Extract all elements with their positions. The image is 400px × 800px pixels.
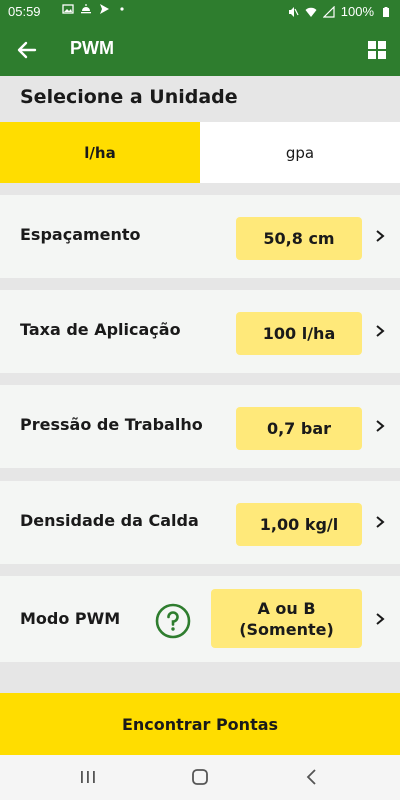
setting-spray-density[interactable]: Densidade da Calda 1,00 kg/l <box>0 481 400 564</box>
system-nav-bar <box>0 755 400 800</box>
battery-icon <box>383 6 389 17</box>
tab-lha[interactable]: l/ha <box>0 122 200 183</box>
unit-heading: Selecione a Unidade <box>20 86 238 108</box>
hidden-row-peek <box>0 680 400 694</box>
app-bar: PWM <box>0 24 400 76</box>
setting-label: Densidade da Calda <box>20 511 199 530</box>
pwm-mode-value: A ou B (Somente) <box>211 589 362 648</box>
setting-value: 100 l/ha <box>236 312 362 355</box>
setting-value: 0,7 bar <box>236 407 362 450</box>
arrow-left-icon[interactable] <box>14 37 40 63</box>
home-icon[interactable] <box>190 767 210 787</box>
send-icon <box>100 4 109 14</box>
setting-label: Modo PWM <box>20 609 121 628</box>
find-nozzles-button[interactable]: Encontrar Pontas <box>0 693 400 755</box>
setting-value: 1,00 kg/l <box>236 503 362 546</box>
dot-icon <box>120 7 124 11</box>
image-icon <box>62 4 74 14</box>
recents-icon[interactable] <box>78 767 98 787</box>
setting-pwm-mode[interactable]: Modo PWM A ou B (Somente) <box>0 576 400 662</box>
setting-application-rate[interactable]: Taxa de Aplicação 100 l/ha <box>0 290 400 373</box>
signal-icon <box>322 5 335 18</box>
status-icons-left <box>62 3 128 15</box>
status-time: 05:59 <box>8 4 41 19</box>
status-bar: 05:59 100% <box>0 0 400 24</box>
weather-icon <box>81 4 91 14</box>
unit-heading-bar: Selecione a Unidade <box>0 76 400 122</box>
chevron-right-icon <box>376 613 385 625</box>
page-title: PWM <box>70 38 114 58</box>
back-icon[interactable] <box>302 767 322 787</box>
question-circle-icon[interactable] <box>155 603 191 639</box>
tab-gpa[interactable]: gpa <box>200 122 400 183</box>
chevron-right-icon <box>376 325 385 337</box>
setting-spacing[interactable]: Espaçamento 50,8 cm <box>0 195 400 278</box>
pwm-mode-value-line1: A ou B <box>257 598 316 618</box>
chevron-right-icon <box>376 516 385 528</box>
pwm-mode-value-line2: (Somente) <box>239 619 334 639</box>
unit-tabs: l/ha gpa <box>0 122 400 183</box>
setting-label: Pressão de Trabalho <box>20 415 203 434</box>
setting-value: 50,8 cm <box>236 217 362 260</box>
grid-icon[interactable] <box>367 40 387 60</box>
wifi-icon <box>305 7 317 17</box>
mute-icon <box>288 6 299 17</box>
setting-label: Espaçamento <box>20 225 141 244</box>
chevron-right-icon <box>376 230 385 242</box>
status-icons-right: 100% <box>287 4 392 19</box>
chevron-right-icon <box>376 420 385 432</box>
setting-working-pressure[interactable]: Pressão de Trabalho 0,7 bar <box>0 385 400 468</box>
setting-label: Taxa de Aplicação <box>20 320 181 339</box>
battery-percentage: 100% <box>340 4 374 19</box>
